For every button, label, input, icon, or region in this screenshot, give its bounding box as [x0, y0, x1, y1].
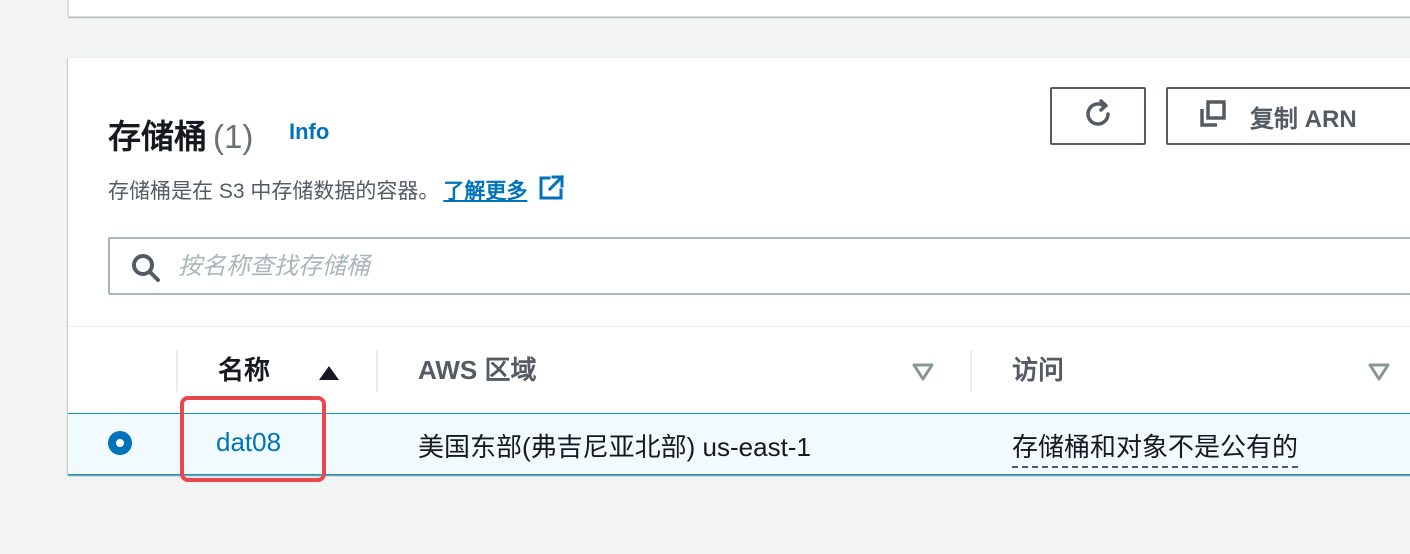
copy-arn-button[interactable]: 复制 ARN [1166, 87, 1410, 145]
search-field[interactable] [108, 237, 1410, 295]
column-header-access[interactable]: 访问 [1012, 348, 1064, 388]
column-divider [176, 350, 178, 392]
refresh-button[interactable] [1050, 87, 1146, 145]
search-icon [130, 252, 162, 289]
page-title: 存储桶 (1) [108, 110, 253, 158]
previous-panel [68, 0, 1410, 17]
sort-toggle-icon[interactable] [912, 363, 934, 386]
refresh-icon [1081, 97, 1115, 136]
learn-more-link[interactable]: 了解更多 [443, 180, 527, 203]
radio-dot [116, 439, 124, 447]
bucket-region: 美国东部(弗吉尼亚北部) us-east-1 [418, 432, 811, 462]
s3-buckets-page: 存储桶 (1) Info 存储桶是在 S3 中存储数据的容器。 了解更多 复制 … [0, 0, 1410, 554]
title-text: 存储桶 [108, 118, 207, 155]
bucket-access[interactable]: 存储桶和对象不是公有的 [1012, 427, 1299, 468]
column-divider [376, 350, 378, 392]
sort-ascending-icon[interactable] [318, 365, 340, 386]
column-header-region[interactable]: AWS 区域 [418, 348, 536, 388]
bucket-count: (1) [213, 118, 254, 155]
info-link[interactable]: Info [289, 119, 329, 145]
copy-icon [1198, 99, 1228, 134]
external-link-icon[interactable] [537, 174, 565, 208]
copy-arn-label: 复制 ARN [1250, 105, 1357, 133]
annotation-highlight-box [180, 396, 326, 482]
table-divider [68, 326, 1410, 327]
column-divider [970, 350, 972, 392]
row-select-radio[interactable] [108, 431, 132, 455]
sort-toggle-icon[interactable] [1368, 363, 1390, 386]
search-input[interactable] [176, 239, 1380, 295]
column-header-name[interactable]: 名称 [218, 348, 270, 388]
panel-description: 存储桶是在 S3 中存储数据的容器。 了解更多 [108, 174, 565, 208]
description-text: 存储桶是在 S3 中存储数据的容器。 [108, 180, 440, 203]
